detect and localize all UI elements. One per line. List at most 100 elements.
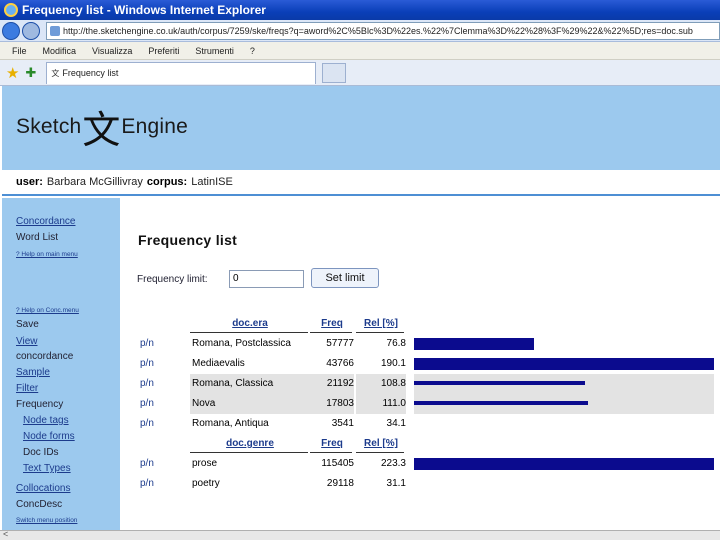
sidebar-node-tags[interactable]: Node tags (23, 415, 69, 426)
sidebar-switch-menu-position[interactable]: Switch menu position (16, 517, 77, 524)
header-rule (310, 452, 352, 453)
row-rel: 223.3 (380, 458, 406, 469)
frequency-bar (414, 358, 714, 370)
row-label: prose (192, 458, 218, 469)
menu-file[interactable]: File (12, 46, 27, 56)
row-label: poetry (192, 478, 220, 489)
logo-glyph: 文 (82, 108, 121, 152)
column-header[interactable]: Rel [%] (356, 434, 406, 454)
frequency-bar (414, 381, 585, 385)
table-row: p/n poetry 29118 31.1 (138, 474, 696, 494)
sidebar-concordance[interactable]: Concordance (16, 216, 75, 227)
bar-cell (414, 454, 714, 474)
user-label: user: (16, 176, 43, 188)
pn-filter-link[interactable]: p/n (140, 334, 170, 354)
pn-filter-link[interactable]: p/n (140, 374, 170, 394)
row-freq: 17803 (310, 394, 354, 414)
column-header[interactable]: Rel [%] (356, 314, 406, 334)
menu-visualizza[interactable]: Visualizza (92, 46, 132, 56)
sidebar-save[interactable]: Save (16, 319, 39, 330)
sidebar-view-concordance[interactable]: concordance (16, 351, 73, 362)
set-limit-button[interactable]: Set limit (311, 268, 379, 288)
corpus-name: LatinISE (191, 176, 233, 188)
header-rule (310, 332, 352, 333)
site-header: Sketch 文 Engine (2, 86, 720, 170)
header-rule (190, 332, 308, 333)
frequency-bar (414, 338, 534, 350)
bar-cell (414, 374, 714, 394)
sidebar-word-list[interactable]: Word List (16, 232, 58, 243)
bar-cell (414, 334, 714, 354)
row-freq: 57777 (326, 338, 354, 349)
row-freq: 29118 (326, 478, 354, 489)
table-row: p/n prose 115405 223.3 (138, 454, 714, 474)
table-row: p/n Mediaevalis 43766 190.1 (138, 354, 714, 374)
table-header-row: doc.era Freq Rel [%] (138, 314, 696, 334)
row-rel: 76.8 (386, 338, 406, 349)
header-rule (190, 452, 308, 453)
bar-cell (414, 354, 714, 374)
row-rel: 111.0 (356, 394, 406, 414)
row-label: Romana, Antiqua (192, 418, 269, 429)
new-tab-button[interactable] (322, 62, 347, 83)
horizontal-scrollbar[interactable]: < (0, 529, 720, 540)
row-rel: 108.8 (356, 374, 406, 394)
pn-filter-link[interactable]: p/n (140, 354, 170, 374)
main-content: Frequency list Frequency limit: 0 Set li… (120, 198, 720, 530)
pn-filter-link[interactable]: p/n (140, 394, 170, 414)
sidebar-sample[interactable]: Sample (16, 367, 50, 378)
sidebar-doc-ids[interactable]: Doc IDs (23, 447, 59, 458)
bar-cell (414, 474, 714, 494)
frequency-limit-label: Frequency limit: (137, 274, 208, 285)
row-rel: 31.1 (386, 478, 406, 489)
column-header[interactable]: Freq (310, 314, 354, 334)
browser-tab[interactable]: 文 Frequency list (46, 61, 317, 84)
table-row: p/n Romana, Antiqua 3541 34.1 (138, 414, 696, 434)
page-title: Frequency list (138, 232, 238, 248)
table-row: p/n Romana, Classica 21192 108.8 (138, 374, 714, 394)
sidebar-node-forms[interactable]: Node forms (23, 431, 75, 442)
internet-explorer-icon (4, 3, 18, 17)
row-label: Romana, Classica (190, 374, 310, 394)
menu-strumenti[interactable]: Strumenti (195, 46, 234, 56)
address-bar: http://the.sketchengine.co.uk/auth/corpu… (0, 20, 720, 42)
sidebar-collocations[interactable]: Collocations (16, 483, 70, 494)
menu-bar: File Modifica Visualizza Preferiti Strum… (0, 42, 720, 60)
pn-filter-link[interactable]: p/n (140, 414, 170, 434)
header-rule (356, 332, 404, 333)
sidebar-help-conc-menu[interactable]: ? Help on Conc.menu (16, 307, 79, 314)
table-row: p/n Romana, Postclassica 57777 76.8 (138, 334, 696, 354)
menu-help[interactable]: ? (250, 46, 255, 56)
pn-filter-link[interactable]: p/n (140, 454, 170, 474)
row-rel: 34.1 (386, 418, 406, 429)
pn-filter-link[interactable]: p/n (140, 474, 170, 494)
sidebar: Concordance Word List ? Help on main men… (2, 198, 120, 530)
add-favorite-icon[interactable]: ✚ (25, 65, 36, 81)
menu-modifica[interactable]: Modifica (43, 46, 77, 56)
row-freq: 115405 (321, 458, 354, 469)
sidebar-concdesc[interactable]: ConcDesc (16, 499, 62, 510)
scroll-left-icon[interactable]: < (3, 529, 8, 539)
column-header[interactable]: Freq (310, 434, 354, 454)
sidebar-text-types[interactable]: Text Types (23, 463, 71, 474)
window-titlebar: Frequency list - Windows Internet Explor… (0, 0, 720, 20)
sketch-engine-logo[interactable]: Sketch 文 Engine (16, 108, 189, 152)
sidebar-view[interactable]: View (16, 336, 38, 347)
frequency-bar (414, 458, 714, 470)
menu-preferiti[interactable]: Preferiti (148, 46, 179, 56)
url-field[interactable]: http://the.sketchengine.co.uk/auth/corpu… (46, 21, 720, 40)
row-rel: 190.1 (380, 358, 406, 369)
sidebar-filter[interactable]: Filter (16, 383, 38, 394)
window-title: Frequency list - Windows Internet Explor… (22, 3, 266, 17)
forward-button[interactable] (22, 21, 40, 40)
favorites-star-icon[interactable]: ★ (6, 64, 19, 82)
sidebar-help-main-menu[interactable]: ? Help on main menu (16, 251, 78, 258)
frequency-limit-input[interactable]: 0 (229, 270, 304, 288)
column-header[interactable]: doc.genre (190, 434, 310, 454)
column-header[interactable]: doc.era (190, 314, 310, 334)
row-freq: 21192 (310, 374, 354, 394)
logo-word-engine: Engine (121, 115, 189, 138)
user-bar: user: Barbara McGillivray corpus: LatinI… (2, 170, 720, 196)
back-button[interactable] (2, 21, 20, 40)
page-icon: 文 (51, 68, 60, 78)
